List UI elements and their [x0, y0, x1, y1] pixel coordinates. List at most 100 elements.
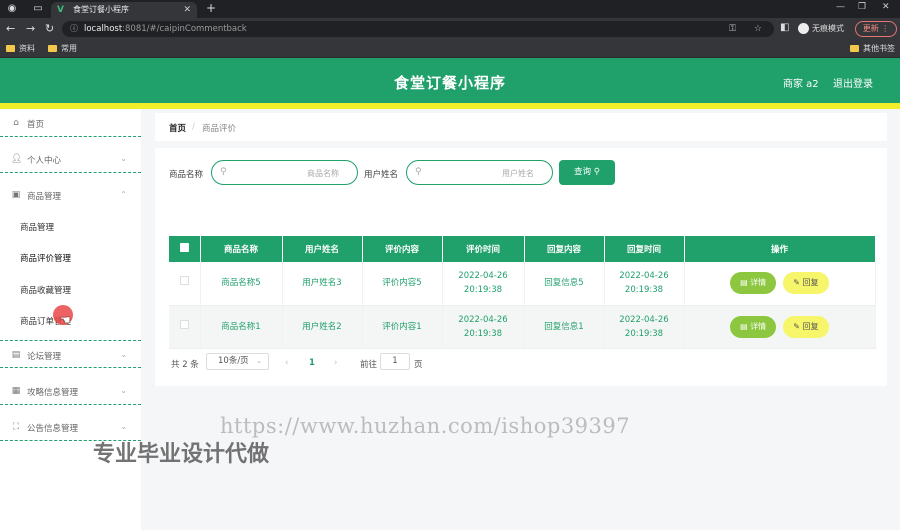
detail-label: 详情	[750, 278, 767, 288]
reload-icon[interactable]: ↻	[45, 22, 54, 36]
side-panel-icon[interactable]: ◧	[780, 22, 789, 33]
search-icon: ⚲	[220, 167, 227, 177]
reply-label: 回复	[802, 278, 819, 288]
minimize-icon[interactable]: —	[836, 2, 845, 12]
vue-logo-icon: V	[57, 5, 64, 15]
url-host: localhost	[84, 24, 123, 34]
chevron-down-icon: ⌄	[256, 357, 262, 365]
clipboard-icon: ▦	[11, 386, 21, 396]
column-header: 用户姓名	[282, 236, 363, 262]
app-header: 食堂订餐小程序 商家 a2 退出登录	[0, 58, 900, 103]
watermark-url: https://www.huzhan.com/ishop39397	[220, 414, 631, 438]
prev-page-icon[interactable]: ‹	[285, 358, 288, 368]
bookmark-folder-other[interactable]: 其他书签	[850, 43, 895, 55]
back-icon[interactable]: ←	[6, 22, 15, 36]
key-icon[interactable]: ⚿	[729, 21, 736, 37]
edit-icon: ✎	[793, 321, 800, 331]
window-close-icon[interactable]: ✕	[882, 2, 890, 12]
url-input[interactable]: ⓘ localhost:8081/#/caipinCommentback ⚿ ☆	[62, 21, 774, 37]
new-tab-icon[interactable]: +	[206, 1, 216, 15]
submenu-goods-comment[interactable]: 商品评价管理	[0, 247, 141, 267]
comments-table: 商品名称 用户姓名 评价内容 评价时间 回复内容 回复时间 操作 商品名称5 用…	[169, 236, 876, 349]
sidebar-item-home[interactable]: ⌂ 首页	[0, 109, 141, 137]
update-button[interactable]: 更新 ⋮	[855, 21, 897, 37]
chevron-down-icon: ⌄	[120, 350, 127, 359]
sidebar-item-label: 论坛管理	[27, 352, 62, 362]
browser-menu-icon[interactable]: ◉	[6, 3, 18, 15]
page-size-select[interactable]: 10条/页 ⌄	[206, 353, 269, 370]
notice-icon: ⛶	[12, 422, 20, 432]
bookmark-folder-1[interactable]: 常用	[48, 43, 77, 55]
browser-tab[interactable]: V 食堂订餐小程序 ✕	[51, 2, 197, 18]
submenu-goods-favorite[interactable]: 商品收藏管理	[0, 279, 141, 299]
select-all-cell[interactable]	[169, 236, 201, 262]
next-page-icon[interactable]: ›	[334, 358, 337, 368]
column-header: 评价内容	[362, 236, 443, 262]
submenu-label: 商品评价管理	[20, 254, 72, 264]
column-header: 操作	[684, 236, 876, 262]
query-label: 查询	[574, 167, 592, 177]
close-tab-icon[interactable]: ✕	[183, 2, 191, 18]
sidebar-item-goods[interactable]: ▣ 商品管理 ⌃	[0, 181, 141, 209]
sidebar-item-label: 首页	[27, 120, 45, 130]
bookmark-folder-0[interactable]: 资料	[6, 43, 35, 55]
submenu-goods-manage[interactable]: 商品管理	[0, 216, 141, 236]
table-header-row: 商品名称 用户姓名 评价内容 评价时间 回复内容 回复时间 操作	[169, 236, 876, 262]
detail-button[interactable]: ▤ 详情	[730, 272, 777, 295]
row-checkbox[interactable]	[179, 319, 189, 329]
reply-button[interactable]: ✎ 回复	[782, 315, 829, 338]
table-row: 商品名称5 用户姓名3 评价内容5 2022-04-26 20:19:38 回复…	[169, 262, 876, 306]
tab-title: 食堂订餐小程序	[73, 5, 129, 14]
column-header: 回复时间	[604, 236, 685, 262]
query-button[interactable]: 查询 ⚲	[559, 160, 615, 185]
cell-actions: ▤ 详情 ✎ 回复	[684, 305, 876, 349]
person-icon: 👤︎	[11, 154, 23, 164]
cell-user-name: 用户姓名3	[282, 262, 363, 306]
row-select-cell[interactable]	[169, 305, 201, 349]
incognito-icon	[798, 23, 809, 34]
sidebar-item-guide[interactable]: ▦ 攻略信息管理 ⌄	[0, 377, 141, 405]
reply-button[interactable]: ✎ 回复	[782, 272, 829, 295]
cell-comment: 评价内容1	[362, 305, 443, 349]
user-name-label: 用户姓名	[364, 170, 399, 180]
breadcrumb: 首页 / 商品评价	[155, 113, 887, 141]
cell-goods-name: 商品名称5	[200, 262, 283, 306]
chevron-down-icon: ⌄	[120, 386, 127, 395]
row-select-cell[interactable]	[169, 262, 201, 306]
folder-icon	[48, 45, 57, 52]
page-number-current[interactable]: 1	[309, 358, 315, 368]
app-title: 食堂订餐小程序	[393, 74, 506, 92]
url-path: :8081/#/caipinCommentback	[122, 24, 247, 34]
cell-comment-time: 2022-04-26 20:19:38	[442, 262, 525, 306]
bookmark-label: 资料	[19, 44, 35, 53]
cell-goods-name: 商品名称1	[200, 305, 283, 349]
submenu-label: 商品收藏管理	[20, 286, 72, 296]
goods-name-input[interactable]: ⚲ 商品名称	[211, 160, 358, 185]
forum-icon: ▤	[11, 350, 21, 360]
chevron-up-icon: ⌃	[120, 190, 127, 199]
incognito-indicator[interactable]: 无痕模式	[798, 22, 844, 36]
cell-reply-time: 2022-04-26 20:19:38	[604, 305, 685, 349]
sidebar-item-forum[interactable]: ▤ 论坛管理 ⌄	[0, 340, 141, 368]
select-all-checkbox[interactable]	[179, 243, 189, 252]
detail-button[interactable]: ▤ 详情	[730, 315, 777, 338]
bookmark-label: 其他书签	[863, 44, 895, 53]
logout-link[interactable]: 退出登录	[833, 75, 873, 90]
watermark-text: 专业毕业设计代做	[93, 442, 270, 467]
user-name-input[interactable]: ⚲ 用户姓名	[406, 160, 553, 185]
breadcrumb-home[interactable]: 首页	[169, 122, 186, 134]
bookmark-star-icon[interactable]: ☆	[754, 21, 762, 37]
goto-label: 前往	[360, 360, 378, 370]
content-card: 商品名称 ⚲ 商品名称 用户姓名 ⚲ 用户姓名 查询 ⚲ 商品名称 用户姓名 评…	[155, 148, 887, 386]
tab-search-icon[interactable]: ▭	[32, 3, 44, 15]
row-checkbox[interactable]	[179, 276, 189, 286]
table-row: 商品名称1 用户姓名2 评价内容1 2022-04-26 20:19:38 回复…	[169, 305, 876, 349]
site-info-icon[interactable]: ⓘ	[70, 21, 78, 37]
home-icon: ⌂	[13, 118, 19, 128]
briefcase-icon: ▣	[11, 190, 21, 200]
restore-icon[interactable]: ❐	[858, 2, 866, 12]
forward-icon[interactable]: →	[26, 22, 35, 36]
cell-reply-time: 2022-04-26 20:19:38	[604, 262, 685, 306]
goto-page-input[interactable]: 1	[380, 353, 410, 370]
sidebar-item-profile[interactable]: 👤︎ 个人中心 ⌄	[0, 145, 141, 173]
